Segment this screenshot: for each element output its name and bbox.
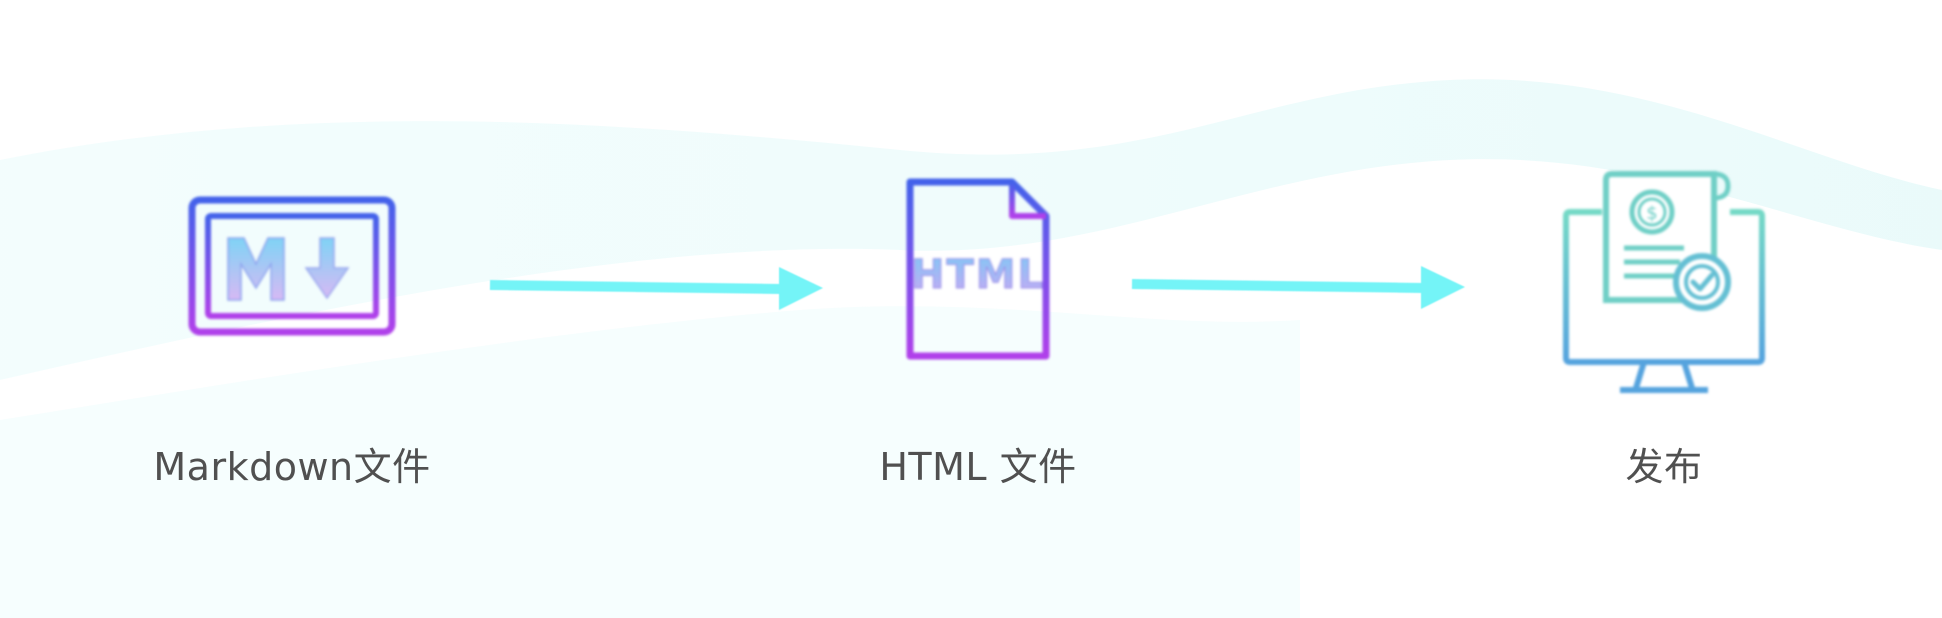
html-icon-text: HTML [911, 252, 1045, 298]
flow-arrow [489, 267, 823, 310]
step-label: 发布 [1625, 445, 1703, 489]
step-publish: $ 发布 [1484, 160, 1844, 500]
step-label: HTML 文件 [879, 445, 1077, 489]
step-markdown: Markdown文件 [112, 160, 472, 500]
publish-monitor-icon: $ [1563, 171, 1765, 393]
markdown-icon [188, 196, 396, 336]
step-html-file: HTML HTML 文件 [798, 160, 1158, 500]
step-label: Markdown文件 [153, 445, 431, 489]
html-file-icon: HTML [906, 178, 1050, 360]
diagram-canvas: Markdown文件 HTML HTML 文件 $ 发布 [0, 0, 1942, 618]
svg-text:$: $ [1646, 203, 1657, 224]
flow-arrow [1131, 266, 1465, 309]
